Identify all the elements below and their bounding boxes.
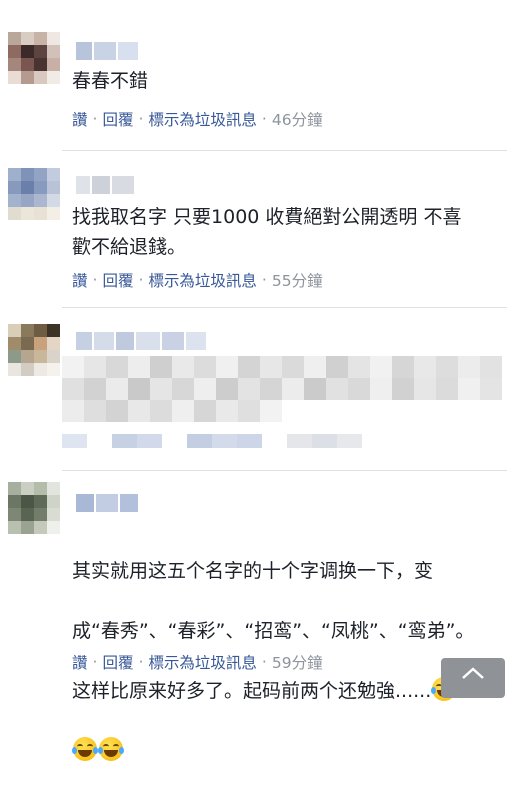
reply-link[interactable]: 回覆 <box>102 651 133 673</box>
comment-text-line: 其实就用这五个名字的十个字调换一下，变 <box>72 560 434 582</box>
avatar[interactable] <box>8 32 60 84</box>
comment-actions: 讚 · 回覆 · 標示為垃圾訊息 · 55分鐘 <box>72 269 323 291</box>
comment-time[interactable]: 59分鐘 <box>272 651 323 673</box>
divider <box>62 150 507 151</box>
comment-text: 找我取名字 只要1000 收費絕對公開透明 不喜 歡不給退錢。 <box>72 206 462 258</box>
chevron-up-icon <box>462 667 484 679</box>
comment-text: 春春不錯 <box>72 70 149 92</box>
censored-comment-text <box>62 356 502 422</box>
like-link[interactable]: 讚 <box>72 269 88 291</box>
commenter-name[interactable] <box>76 176 134 194</box>
comment-time[interactable]: 46分鐘 <box>272 108 323 130</box>
commenter-name[interactable] <box>76 332 206 350</box>
separator: · <box>138 110 144 128</box>
mark-spam-link[interactable]: 標示為垃圾訊息 <box>148 269 257 291</box>
divider <box>62 307 507 308</box>
separator: · <box>92 271 98 289</box>
mark-spam-link[interactable]: 標示為垃圾訊息 <box>148 651 257 673</box>
commenter-name[interactable] <box>76 494 138 512</box>
avatar[interactable] <box>8 168 60 220</box>
mark-spam-link[interactable]: 標示為垃圾訊息 <box>148 108 257 130</box>
comment-actions: 讚 · 回覆 · 標示為垃圾訊息 · 46分鐘 <box>72 108 323 130</box>
comment-time[interactable]: 55分鐘 <box>272 269 323 291</box>
reply-link[interactable]: 回覆 <box>102 108 133 130</box>
separator: · <box>138 271 144 289</box>
face-with-tears-of-joy-icon <box>98 737 124 761</box>
separator: · <box>261 653 267 671</box>
separator: · <box>92 653 98 671</box>
comment-text-line <box>72 736 512 766</box>
separator: · <box>138 653 144 671</box>
censored-comment-actions <box>62 434 362 448</box>
like-link[interactable]: 讚 <box>72 651 88 673</box>
reply-link[interactable]: 回覆 <box>102 269 133 291</box>
divider <box>62 470 507 471</box>
avatar[interactable] <box>8 324 60 376</box>
separator: · <box>261 271 267 289</box>
face-with-tears-of-joy-icon <box>72 737 98 761</box>
avatar[interactable] <box>8 482 60 534</box>
commenter-name[interactable] <box>76 42 138 60</box>
scroll-to-top-button[interactable] <box>441 658 505 698</box>
comment-text-segment: 这样比原来好多了。起码前两个还勉強...... <box>72 680 432 702</box>
comment-text-line: 成“春秀”、“春彩”、“招鸾”、“凤桃”、“鸾弟”。 <box>72 620 475 642</box>
separator: · <box>92 110 98 128</box>
comment-actions: 讚 · 回覆 · 標示為垃圾訊息 · 59分鐘 <box>72 651 323 673</box>
separator: · <box>261 110 267 128</box>
like-link[interactable]: 讚 <box>72 108 88 130</box>
